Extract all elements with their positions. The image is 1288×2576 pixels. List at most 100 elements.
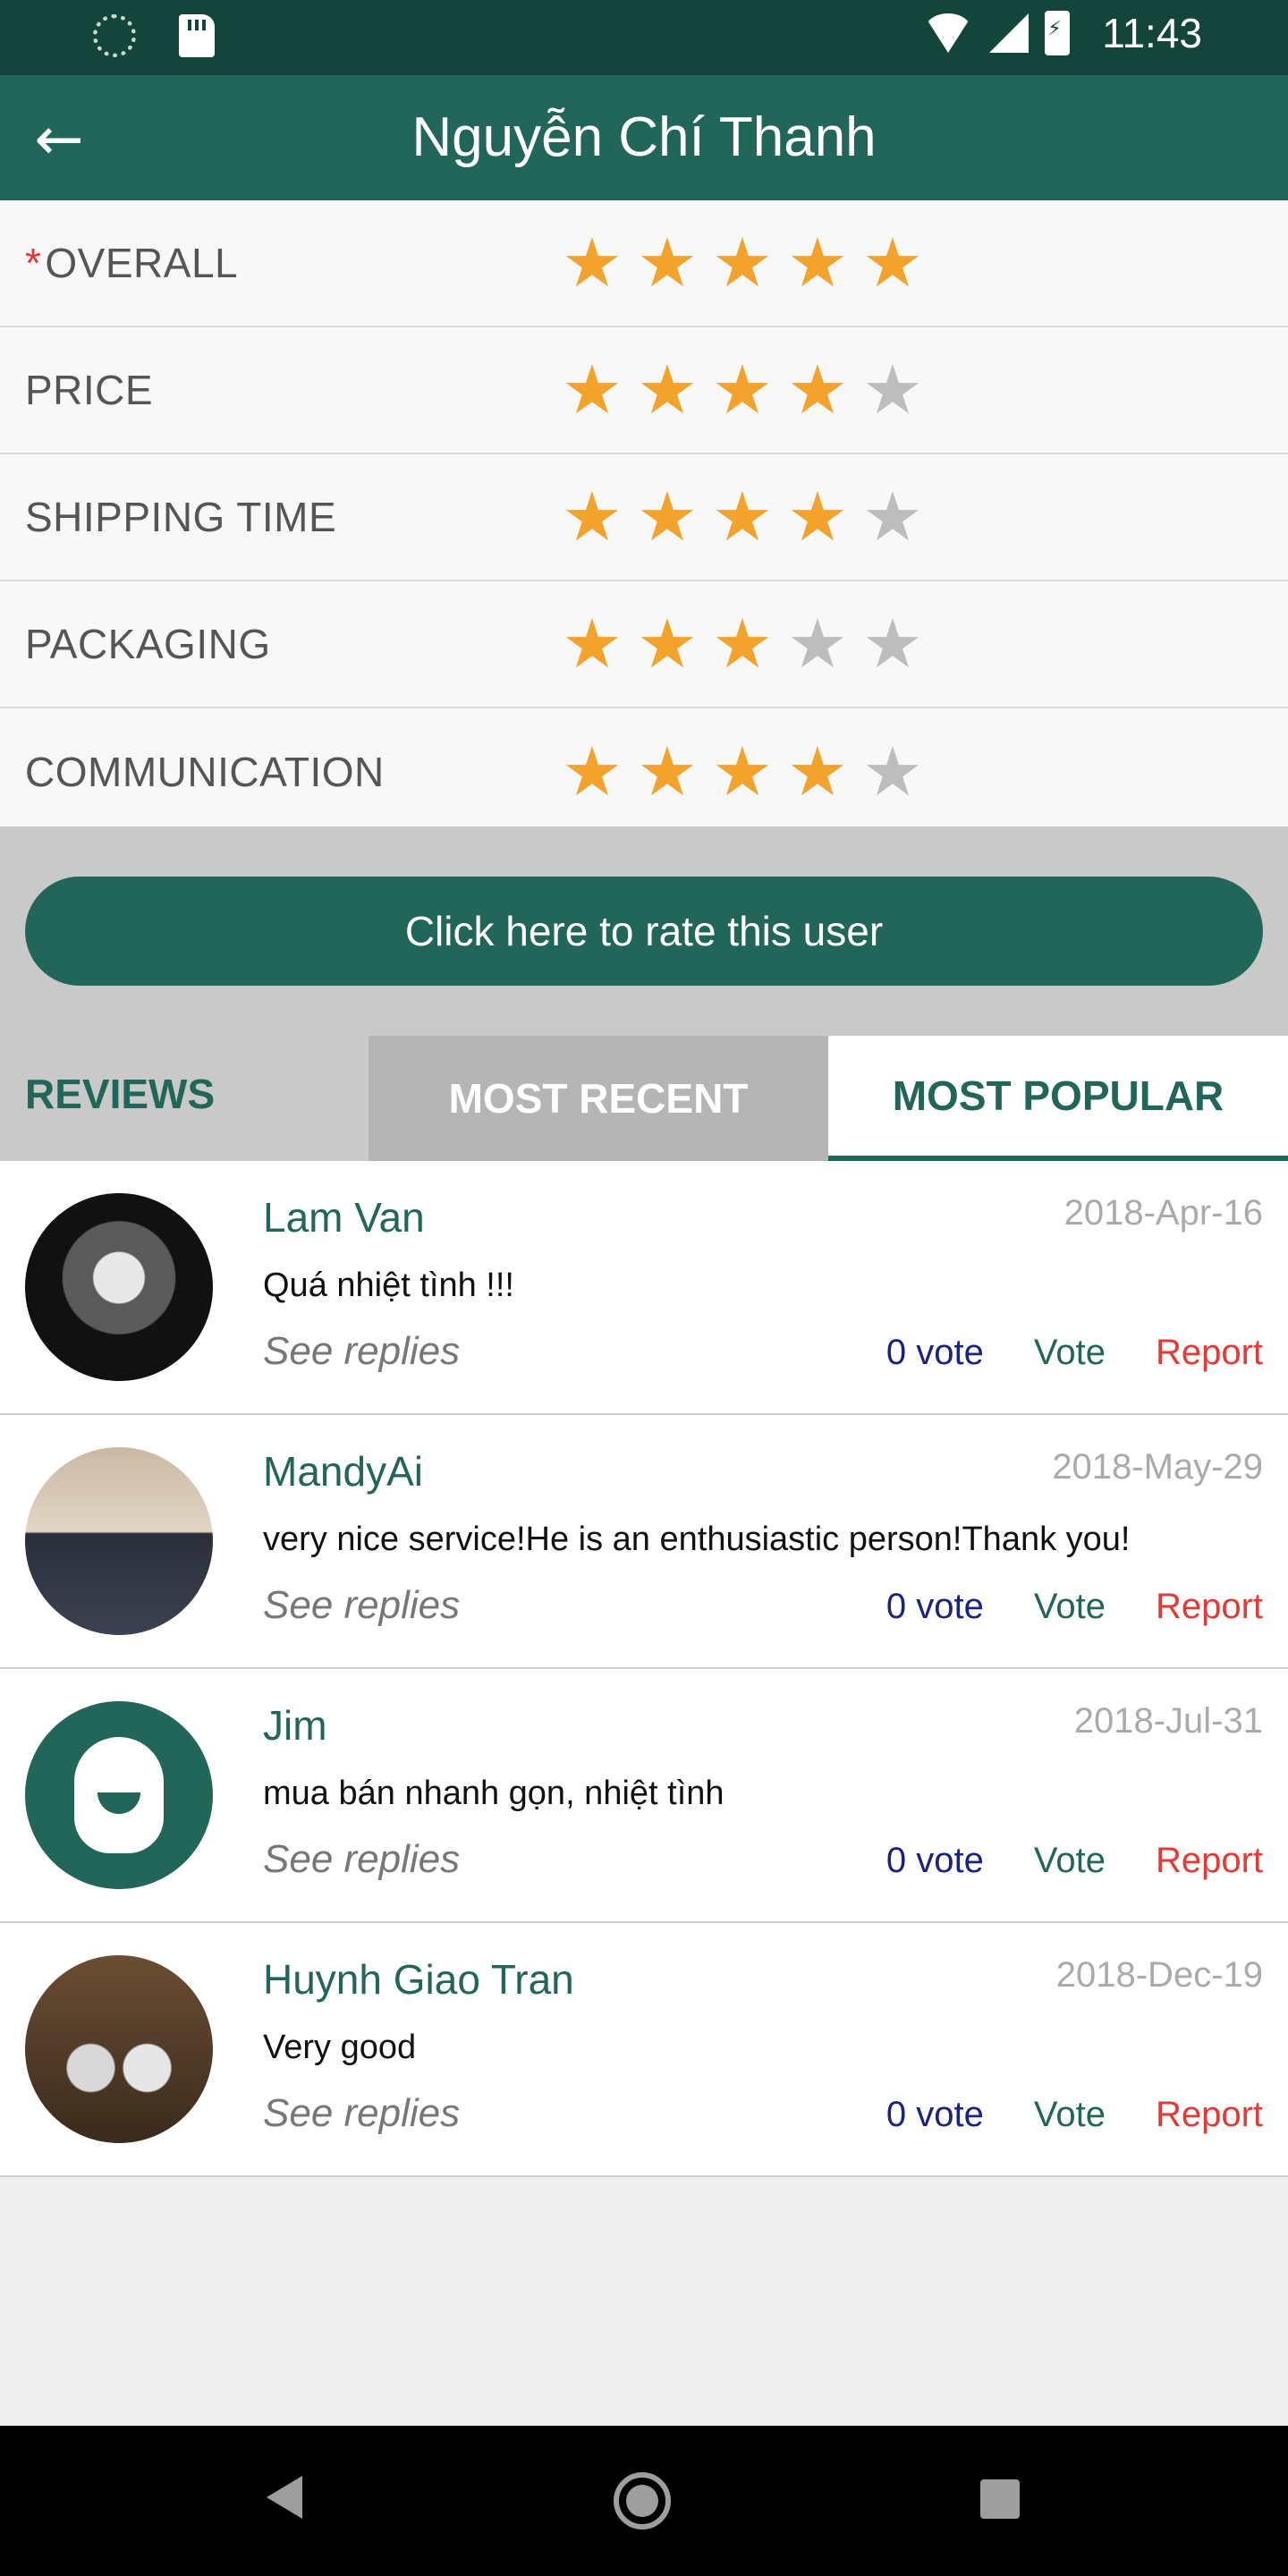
- star-filled-icon: ★: [636, 223, 699, 302]
- tab-most-recent[interactable]: MOST RECENT: [369, 1036, 828, 1161]
- nav-home-icon[interactable]: [614, 2472, 671, 2529]
- avatar[interactable]: [25, 1955, 213, 2143]
- star-rating: ★ ★ ★ ★ ★: [558, 229, 927, 297]
- reviews-tabs: REVIEWS MOST RECENT MOST POPULAR: [0, 1036, 1288, 1161]
- see-replies-link[interactable]: See replies: [263, 1329, 460, 1374]
- vote-button[interactable]: Vote: [1034, 1587, 1106, 1627]
- review-comment: Very good: [263, 2029, 417, 2066]
- avatar[interactable]: [25, 1193, 213, 1381]
- page-title: Nguyễn Chí Thanh: [411, 106, 877, 168]
- tab-most-popular[interactable]: MOST POPULAR: [828, 1036, 1288, 1161]
- star-filled-icon: ★: [786, 350, 849, 429]
- rate-area: Click here to rate this user: [0, 826, 1288, 1036]
- battery-charging-icon: [1045, 11, 1071, 55]
- status-time: 11:43: [1102, 10, 1202, 56]
- rating-label: COMMUNICATION: [25, 749, 385, 795]
- review-date: 2018-Apr-16: [1063, 1193, 1263, 1233]
- review-date: 2018-Jul-31: [1073, 1701, 1263, 1741]
- reviewer-name[interactable]: Jim: [263, 1701, 327, 1750]
- review-comment: very nice service!He is an enthusiastic …: [263, 1521, 1131, 1558]
- report-button[interactable]: Report: [1156, 2095, 1263, 2135]
- star-filled-icon: ★: [711, 732, 774, 811]
- report-button[interactable]: Report: [1156, 1841, 1263, 1881]
- sync-icon: [93, 14, 136, 57]
- star-rating: ★ ★ ★ ★ ★: [558, 483, 927, 551]
- see-replies-link[interactable]: See replies: [263, 1583, 460, 1628]
- status-icons-left: [93, 14, 215, 57]
- star-filled-icon: ★: [636, 477, 699, 556]
- sd-card-icon: [179, 14, 215, 57]
- reviewer-name[interactable]: MandyAi: [263, 1447, 423, 1496]
- rating-row-communication: COMMUNICATION ★ ★ ★ ★ ★: [0, 708, 1288, 835]
- rating-row-packaging: PACKAGING ★ ★ ★ ★ ★: [0, 581, 1288, 708]
- rating-label: *OVERALL: [25, 239, 238, 287]
- rating-row-shipping-time: SHIPPING TIME ★ ★ ★ ★ ★: [0, 454, 1288, 581]
- report-button[interactable]: Report: [1156, 1333, 1263, 1373]
- vote-button[interactable]: Vote: [1034, 1841, 1106, 1881]
- star-filled-icon: ★: [561, 477, 623, 556]
- review-comment: Quá nhiệt tình !!!: [263, 1267, 514, 1304]
- rating-row-price: PRICE ★ ★ ★ ★ ★: [0, 327, 1288, 454]
- star-filled-icon: ★: [561, 350, 623, 429]
- star-filled-icon: ★: [561, 732, 623, 811]
- nav-recents-icon[interactable]: [980, 2479, 1020, 2519]
- star-filled-icon: ★: [711, 223, 774, 302]
- reviewer-name[interactable]: Lam Van: [263, 1193, 425, 1241]
- reviews-list: Lam Van 2018-Apr-16 Quá nhiệt tình !!! S…: [0, 1161, 1288, 2177]
- star-filled-icon: ★: [711, 350, 774, 429]
- star-filled-icon: ★: [861, 223, 924, 302]
- list-item: MandyAi 2018-May-29 very nice service!He…: [0, 1415, 1288, 1669]
- star-filled-icon: ★: [786, 732, 849, 811]
- star-empty-icon: ★: [786, 604, 849, 683]
- star-filled-icon: ★: [636, 732, 699, 811]
- star-filled-icon: ★: [636, 350, 699, 429]
- vote-button[interactable]: Vote: [1034, 1333, 1106, 1373]
- wifi-icon: [923, 13, 974, 53]
- rate-user-button[interactable]: Click here to rate this user: [25, 877, 1263, 986]
- star-filled-icon: ★: [561, 223, 623, 302]
- star-filled-icon: ★: [711, 604, 774, 683]
- review-actions: 0 vote Vote Report: [886, 2095, 1263, 2135]
- app-bar: ← Nguyễn Chí Thanh: [0, 75, 1288, 200]
- status-bar: 11:43: [0, 0, 1288, 75]
- star-empty-icon: ★: [861, 350, 924, 429]
- review-actions: 0 vote Vote Report: [886, 1333, 1263, 1373]
- report-button[interactable]: Report: [1156, 1587, 1263, 1627]
- review-date: 2018-Dec-19: [1055, 1955, 1263, 1995]
- vote-count: 0 vote: [886, 1333, 984, 1372]
- avatar[interactable]: [25, 1701, 213, 1889]
- avatar[interactable]: [25, 1447, 213, 1635]
- see-replies-link[interactable]: See replies: [263, 1837, 460, 1882]
- star-empty-icon: ★: [861, 477, 924, 556]
- star-filled-icon: ★: [636, 604, 699, 683]
- required-marker: *: [25, 240, 42, 286]
- rating-label: PRICE: [25, 367, 154, 413]
- rating-label-text: OVERALL: [45, 240, 239, 286]
- list-item: Huynh Giao Tran 2018-Dec-19 Very good Se…: [0, 1923, 1288, 2177]
- list-item: Jim 2018-Jul-31 mua bán nhanh gọn, nhiệt…: [0, 1669, 1288, 1923]
- rating-label: SHIPPING TIME: [25, 494, 337, 540]
- rating-row-overall: *OVERALL ★ ★ ★ ★ ★: [0, 200, 1288, 327]
- review-actions: 0 vote Vote Report: [886, 1587, 1263, 1627]
- rating-label: PACKAGING: [25, 621, 271, 667]
- reviews-section-label: REVIEWS: [25, 1071, 216, 1117]
- nav-back-icon[interactable]: [267, 2476, 302, 2519]
- star-rating: ★ ★ ★ ★ ★: [558, 738, 927, 806]
- review-actions: 0 vote Vote Report: [886, 1841, 1263, 1881]
- rating-summary: *OVERALL ★ ★ ★ ★ ★ PRICE ★ ★ ★ ★ ★ SHIPPING TIME…: [0, 200, 1288, 835]
- vote-button[interactable]: Vote: [1034, 2095, 1106, 2135]
- review-date: 2018-May-29: [1052, 1447, 1263, 1487]
- star-empty-icon: ★: [861, 604, 924, 683]
- star-filled-icon: ★: [786, 477, 849, 556]
- star-rating: ★ ★ ★ ★ ★: [558, 356, 927, 424]
- status-icons-right: 11:43: [923, 9, 1202, 57]
- system-nav-bar: [0, 2426, 1288, 2576]
- vote-count: 0 vote: [886, 1587, 984, 1626]
- star-rating: ★ ★ ★ ★ ★: [558, 610, 927, 678]
- star-filled-icon: ★: [561, 604, 623, 683]
- see-replies-link[interactable]: See replies: [263, 2091, 460, 2136]
- star-filled-icon: ★: [786, 223, 849, 302]
- reviewer-name[interactable]: Huynh Giao Tran: [263, 1955, 574, 2004]
- star-filled-icon: ★: [711, 477, 774, 556]
- review-comment: mua bán nhanh gọn, nhiệt tình: [263, 1775, 724, 1812]
